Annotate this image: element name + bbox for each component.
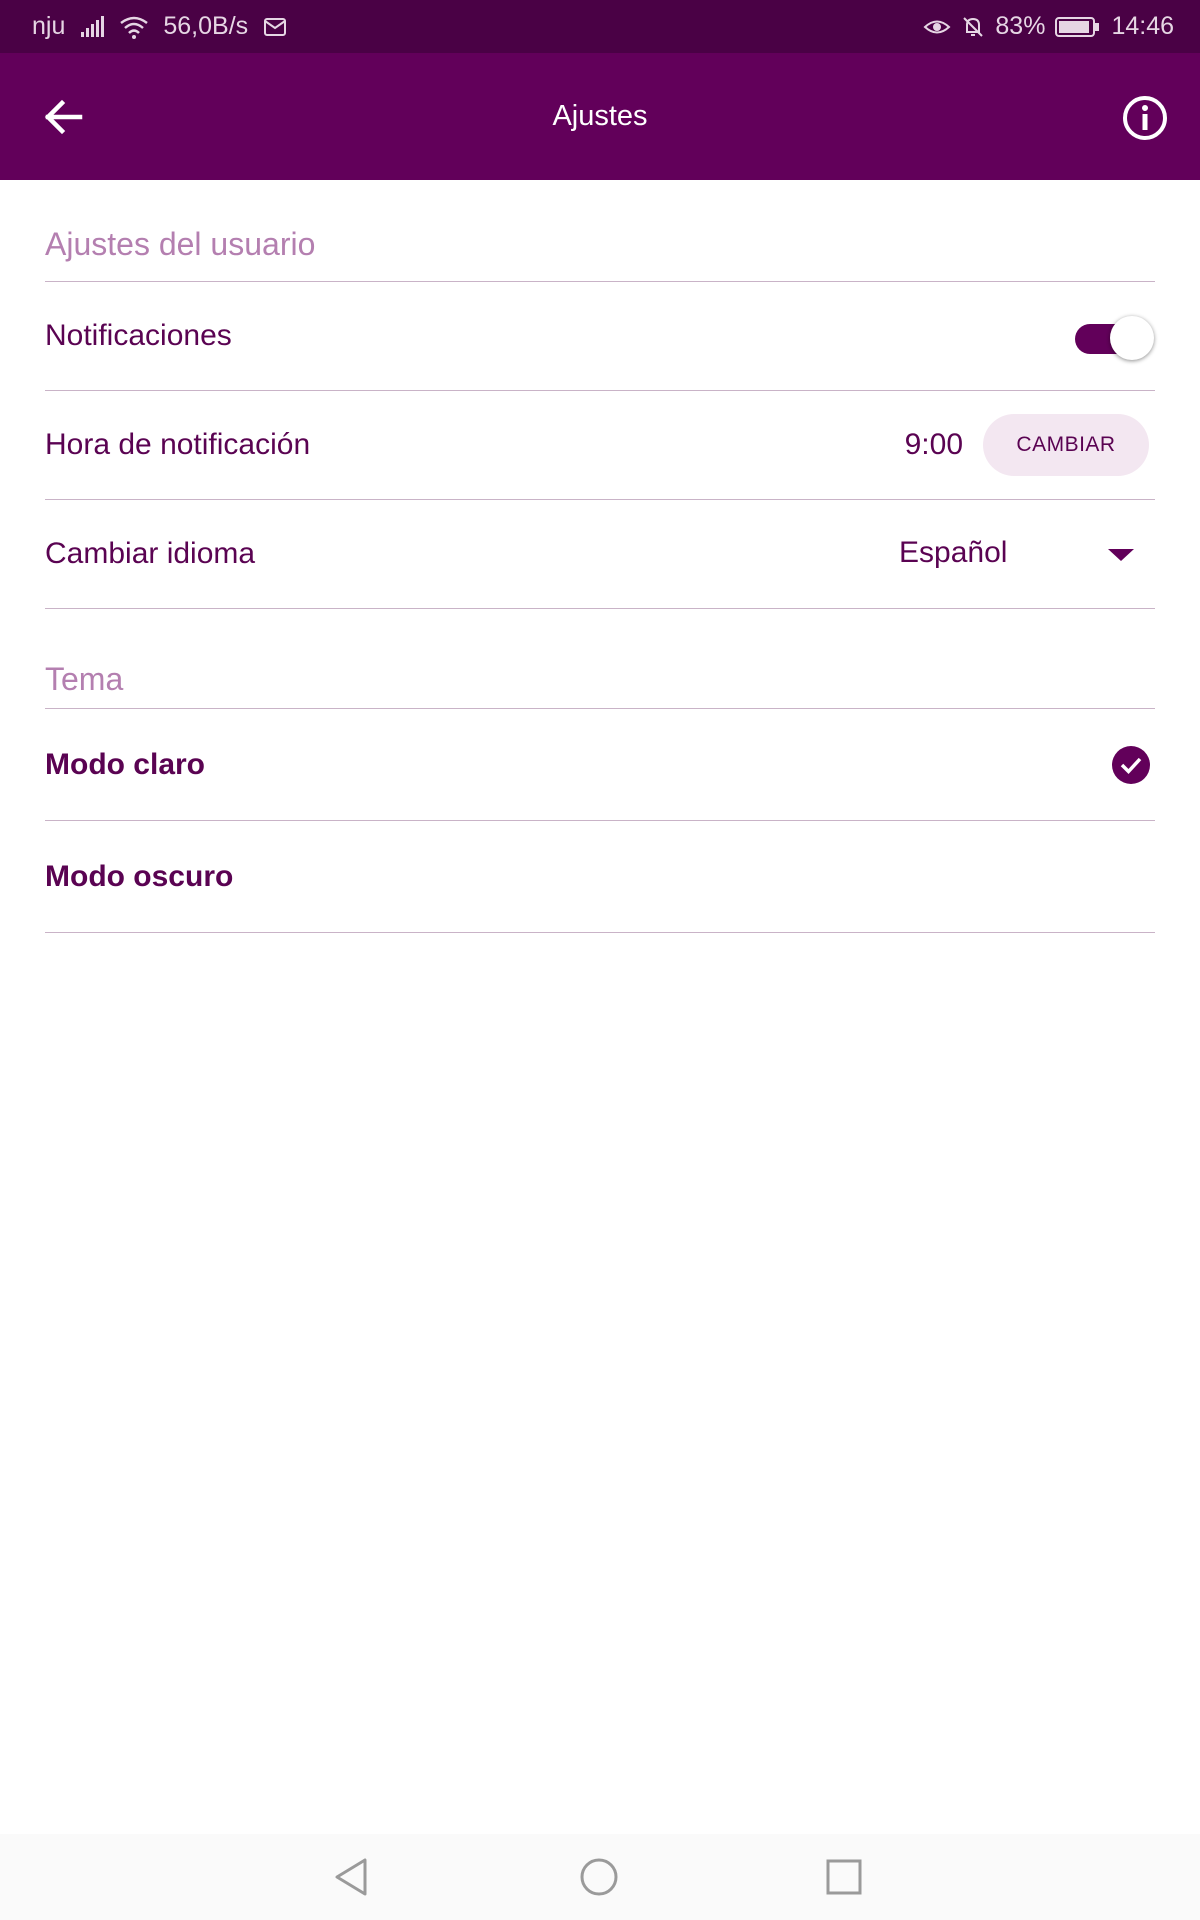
page-title: Ajustes: [552, 100, 648, 132]
arrow-left-icon: [44, 99, 83, 135]
theme-option-dark[interactable]: Modo oscuro: [45, 821, 1155, 933]
nav-back-button[interactable]: [329, 1852, 379, 1902]
change-time-button[interactable]: CAMBIAR: [983, 414, 1149, 476]
theme-option-label: Modo claro: [45, 747, 206, 781]
back-triangle-icon: [335, 1858, 367, 1896]
wifi-icon: [119, 15, 149, 39]
notification-icon: [262, 17, 288, 37]
signal-icon: [79, 15, 105, 38]
notifications-row: Notificaciones: [45, 282, 1155, 391]
status-bar-right: 83% 14:46: [923, 0, 1174, 53]
notifications-label: Notificaciones: [45, 319, 232, 352]
section-header-user-settings: Ajustes del usuario: [45, 180, 1155, 282]
notifications-toggle[interactable]: [1075, 316, 1155, 360]
theme-option-light[interactable]: Modo claro: [45, 709, 1155, 821]
section-header-label: Ajustes del usuario: [45, 226, 316, 262]
recents-square-icon: [826, 1859, 862, 1895]
language-selected-value: Español: [899, 536, 1008, 569]
language-row: Cambiar idioma Español: [45, 500, 1155, 609]
clock: 14:46: [1111, 12, 1174, 40]
language-dropdown[interactable]: Español: [899, 500, 1155, 608]
battery-percent: 83%: [995, 12, 1046, 40]
nav-home-button[interactable]: [574, 1852, 624, 1902]
toggle-thumb: [1110, 316, 1154, 360]
system-nav-bar: [0, 1834, 1200, 1920]
notification-time-value: 9:00: [904, 428, 963, 461]
status-bar-left: nju 56,0B/s: [32, 0, 288, 53]
notification-time-label: Hora de notificación: [45, 428, 311, 461]
notification-time-row: Hora de notificación 9:00 CAMBIAR: [45, 391, 1155, 500]
eye-icon: [923, 16, 951, 38]
dropdown-arrow-icon: [1108, 549, 1134, 561]
back-button[interactable]: [40, 93, 88, 141]
nav-recents-button[interactable]: [819, 1852, 869, 1902]
status-bar: nju 56,0B/s 83% 14:46: [0, 0, 1200, 53]
info-circle-icon: [1123, 96, 1167, 140]
theme-option-label: Modo oscuro: [45, 859, 234, 893]
home-circle-icon: [580, 1858, 618, 1896]
network-speed: 56,0B/s: [163, 12, 249, 40]
check-circle-icon: [1112, 746, 1150, 784]
settings-list: Ajustes del usuario Notificaciones Hora …: [45, 180, 1155, 933]
section-header-theme: Tema: [45, 609, 1155, 709]
language-label: Cambiar idioma: [45, 537, 256, 570]
carrier-name: nju: [32, 12, 66, 40]
section-header-label: Tema: [45, 661, 124, 697]
bell-off-icon: [961, 15, 985, 39]
info-button[interactable]: [1120, 93, 1170, 143]
app-bar: Ajustes: [0, 53, 1200, 180]
battery-icon: [1055, 16, 1101, 38]
